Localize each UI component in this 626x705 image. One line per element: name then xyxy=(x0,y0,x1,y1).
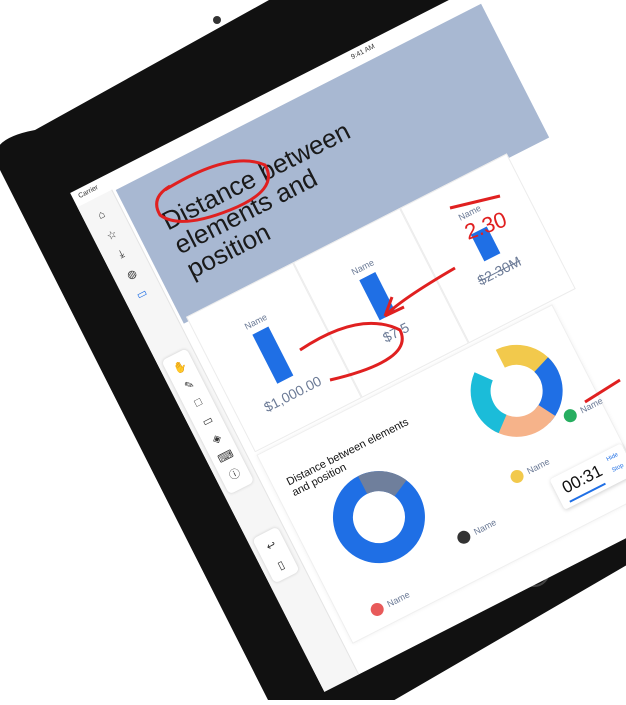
info-icon[interactable]: ⓘ xyxy=(224,463,246,485)
globe-icon[interactable]: ◍ xyxy=(121,263,143,285)
square-icon[interactable]: □ xyxy=(188,392,210,414)
timer-hide-link[interactable]: Hide xyxy=(606,452,620,463)
legend-label: Name xyxy=(471,516,498,537)
legend-item-2: Name xyxy=(455,515,498,546)
metric-value: $7.5 xyxy=(380,318,412,346)
donut-chart-2 xyxy=(470,344,563,437)
legend-item-1: Name xyxy=(368,588,411,619)
metric-label: Name xyxy=(242,311,269,332)
tablet-icon[interactable]: ▭ xyxy=(131,283,153,305)
page-icon[interactable]: ▯ xyxy=(270,554,292,576)
hand-icon[interactable]: ✋ xyxy=(169,356,191,378)
metric-bar xyxy=(359,272,396,321)
legend-label: Name xyxy=(385,588,412,609)
legend-label: Name xyxy=(525,455,551,476)
metric-label: Name xyxy=(349,257,376,278)
undo-icon[interactable]: ↩ xyxy=(260,534,282,556)
legend-dot-yellow xyxy=(508,467,526,486)
star-icon[interactable]: ☆ xyxy=(101,224,123,246)
keyboard-icon[interactable]: ⌨ xyxy=(215,445,237,467)
timer-stop-link[interactable]: Stop xyxy=(611,463,625,474)
metric-bar xyxy=(470,226,501,262)
metric-value: $2.30M xyxy=(474,252,524,289)
download-icon[interactable]: ⤓ xyxy=(111,244,133,266)
camera xyxy=(213,16,221,24)
legend-dot-dark xyxy=(455,528,473,546)
legend-label: Name xyxy=(578,395,605,415)
layers-icon[interactable]: ◈ xyxy=(206,428,228,450)
legend-dot-red xyxy=(368,600,386,619)
legend-item-3: Name xyxy=(508,455,551,486)
video-icon[interactable]: ▭ xyxy=(197,410,219,432)
metric-bar xyxy=(252,326,294,384)
metric-label: Name xyxy=(456,202,483,223)
pencil-icon[interactable]: ✎ xyxy=(178,374,200,396)
home-icon[interactable]: ⌂ xyxy=(91,204,113,226)
